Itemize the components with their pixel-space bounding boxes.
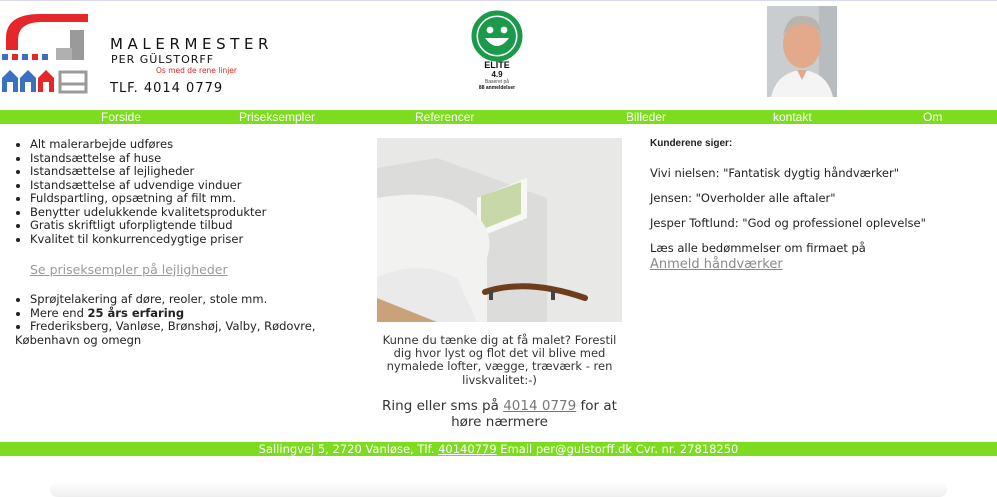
brand-phone: TLF. 4014 0779 (110, 81, 224, 96)
nav-item-billeder[interactable]: Billeder (626, 110, 666, 124)
ring-prefix: Ring eller sms på (382, 398, 504, 414)
rating-label: ELITE (484, 60, 510, 70)
page-shadow (50, 482, 947, 497)
list-item: Mere end 25 års erfaring (30, 305, 330, 321)
extra-services-list: Sprøjtelakering af døre, reoler, stole m… (0, 292, 330, 334)
list-item: Istandsættelse af udvendige vinduer (30, 178, 330, 193)
footer-phone-link[interactable]: 40140779 (438, 442, 497, 456)
top-border (0, 0, 997, 1)
experience-prefix: Mere end (30, 305, 88, 320)
price-examples-link[interactable]: Se priseksempler på lejligheder (30, 262, 330, 277)
owner-photo (767, 6, 837, 97)
testimonials-heading: Kunderene siger: (650, 138, 733, 149)
paint-invitation-text: Kunne du tænke dig at få malet? Forestil… (382, 333, 617, 387)
portrait-image (767, 6, 837, 97)
list-item: Benytter udelukkende kvalitetsprodukter (30, 205, 330, 220)
list-item: Istandsættelse af huse (30, 151, 330, 166)
list-item: Fuldspartling, opsætning af filt mm. (30, 191, 330, 206)
footer-contact: Email per@gulstorff.dk Cvr. nr. 27818250 (496, 442, 739, 456)
list-item: Gratis skriftligt uforpligtende tilbud (30, 218, 330, 233)
nav-item-forside[interactable]: Forside (101, 110, 141, 124)
ring-phone-link[interactable]: 4014 0779 (503, 398, 576, 414)
rating-badge[interactable]: ELITE 4.9 Baseret på 88 anmeldelser (468, 10, 526, 91)
list-item: Alt malerarbejde udføres (30, 137, 330, 152)
list-item: Kvalitet til konkurrencedygtige priser (30, 232, 330, 247)
testimonial-item: Jensen: "Overholder alle aftaler" (650, 191, 836, 205)
brand-tagline: Os med de rene linjer (156, 66, 238, 75)
nav-item-om[interactable]: Om (923, 110, 942, 124)
footer-bar: Sallingvej 5, 2720 Vanløse, Tlf. 4014077… (0, 442, 997, 456)
rating-count: 88 anmeldelser (478, 85, 516, 91)
list-item: Frederiksberg, Vanløse, Brønshøj, Valby,… (30, 319, 330, 334)
rating-score: 4.9 (491, 70, 503, 79)
brand-title: MALERMESTER (110, 35, 274, 53)
logo-graphic (2, 14, 88, 94)
area-line-2: København og omegn (15, 332, 142, 347)
company-logo[interactable] (0, 8, 92, 98)
staircase-photo (377, 138, 622, 322)
all-reviews-text: Læs alle bedømmelser om firmaet på (650, 241, 866, 255)
list-item: Sprøjtelakering af døre, reoler, stole m… (30, 292, 330, 307)
services-list: Alt malerarbejde udføres Istandsættelse … (0, 137, 330, 247)
testimonial-item: Jesper Toftlund: "God og professionel op… (650, 216, 926, 230)
footer-address: Sallingvej 5, 2720 Vanløse, Tlf. (258, 442, 439, 456)
smiley-icon (471, 10, 523, 62)
anmeld-haandvaerker-link[interactable]: Anmeld håndværker (650, 257, 970, 272)
testimonials-section: Kunderene siger: Vivi nielsen: "Fantatis… (650, 138, 970, 272)
nav-item-kontakt[interactable]: kontakt (773, 110, 812, 124)
staircase-image (377, 138, 622, 322)
main-nav: Forside Priseksempler Referencer Billede… (0, 110, 997, 124)
nav-item-priseksempler[interactable]: Priseksempler (239, 110, 315, 124)
nav-item-referencer[interactable]: Referencer (415, 110, 474, 124)
call-to-action: Ring eller sms på 4014 0779 for at høre … (378, 398, 621, 430)
brand-name: PER GÜLSTORFF (111, 53, 215, 66)
experience-bold: 25 års erfaring (87, 305, 185, 320)
testimonial-item: Vivi nielsen: "Fantatisk dygtig håndværk… (650, 166, 900, 180)
services-section: Alt malerarbejde udføres Istandsættelse … (0, 137, 330, 347)
list-item: Istandsættelse af lejligheder (30, 164, 330, 179)
